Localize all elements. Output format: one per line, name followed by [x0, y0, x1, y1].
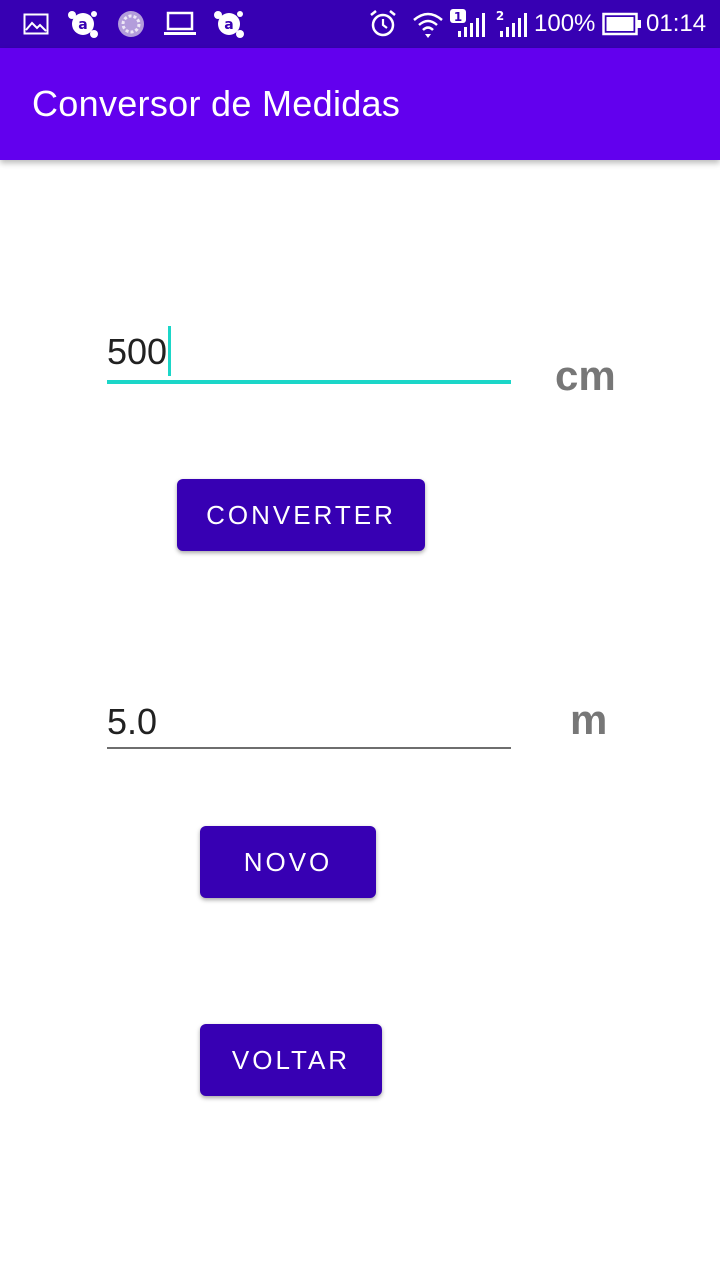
result-value: 5.0 [107, 701, 158, 742]
signal-sim2-icon: 2 [494, 9, 528, 38]
battery-percent: 100% [534, 10, 596, 37]
avast-icon: a [66, 10, 100, 38]
screen: a a 1 2 100% 01:14 Conversor de Medidas … [0, 0, 720, 1280]
svg-text:a: a [224, 17, 233, 33]
result-unit-label: m [570, 696, 608, 743]
app-bar: Conversor de Medidas [0, 48, 720, 160]
back-button[interactable]: VOLTAR [200, 1024, 382, 1096]
text-cursor [168, 326, 172, 376]
loading-icon [116, 10, 146, 38]
svg-text:a: a [78, 17, 87, 33]
battery-icon [602, 10, 642, 38]
alarm-icon [366, 10, 400, 38]
status-bar: a a 1 2 100% 01:14 [0, 0, 720, 48]
signal-sim1-icon: 1 [448, 9, 488, 38]
convert-button[interactable]: CONVERTER [177, 479, 425, 551]
app-title: Conversor de Medidas [32, 83, 401, 124]
measure-input-value[interactable]: 500 [107, 330, 167, 374]
input-unit-label: cm [555, 352, 616, 399]
svg-text:1: 1 [454, 10, 462, 24]
svg-text:2: 2 [496, 9, 504, 23]
result-field[interactable]: 5.0 [107, 700, 511, 750]
clock: 01:14 [646, 10, 707, 37]
avast-icon: a [212, 10, 246, 38]
result-field-underline [107, 747, 511, 749]
wifi-icon [410, 10, 446, 38]
new-button[interactable]: NOVO [200, 826, 376, 898]
measure-input[interactable]: 500 [107, 326, 511, 386]
measure-input-underline [107, 380, 511, 384]
image-icon [22, 10, 50, 38]
laptop-icon [162, 10, 198, 38]
